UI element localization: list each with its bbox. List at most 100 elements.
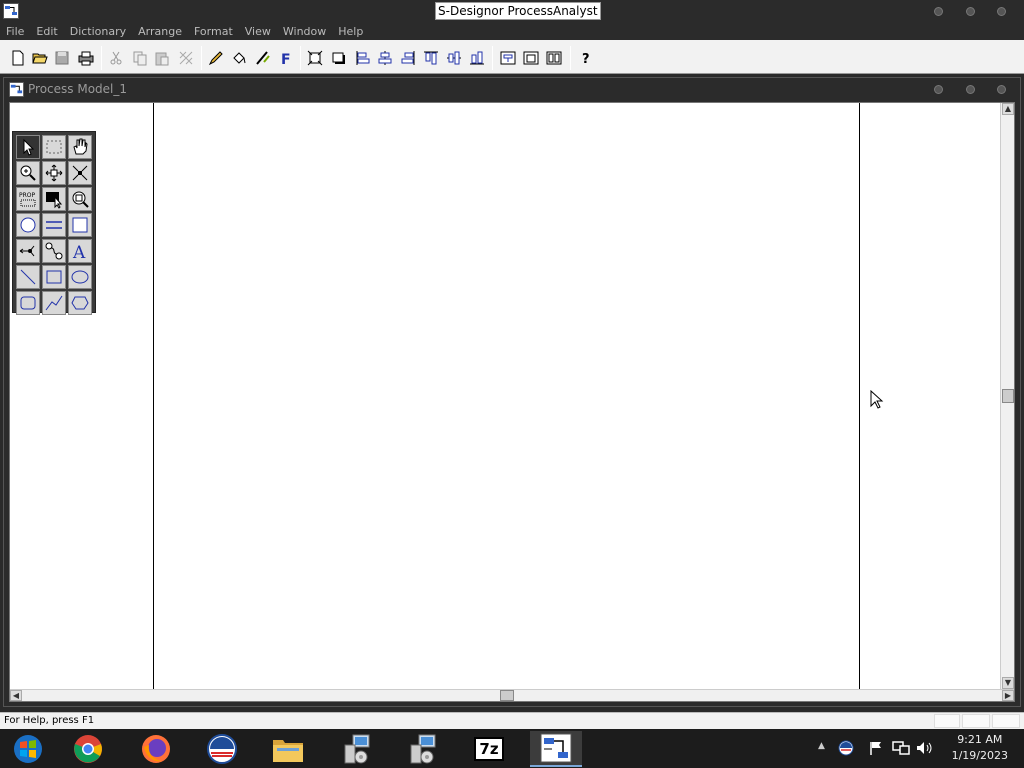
- connector-icon[interactable]: [42, 239, 66, 263]
- obama-logo-icon[interactable]: [196, 731, 248, 767]
- line-style-icon[interactable]: [253, 48, 273, 68]
- network-tray-icon[interactable]: [892, 740, 910, 756]
- align-top-icon[interactable]: [421, 48, 441, 68]
- windows-start-icon[interactable]: [2, 731, 54, 767]
- print-icon[interactable]: [76, 48, 96, 68]
- cut-icon[interactable]: [106, 48, 126, 68]
- align-right-icon[interactable]: [398, 48, 418, 68]
- paint-bucket-icon[interactable]: [229, 48, 249, 68]
- firefox-icon[interactable]: [130, 731, 182, 767]
- vertical-scrollbar[interactable]: ▲ ▼: [1000, 103, 1014, 689]
- page-icon[interactable]: [521, 48, 541, 68]
- scroll-left-button[interactable]: ◀: [10, 690, 22, 701]
- tile-icon[interactable]: [544, 48, 564, 68]
- file-explorer-icon[interactable]: [262, 731, 314, 767]
- volume-icon[interactable]: [916, 740, 934, 756]
- menubar: File Edit Dictionary Arrange Format View Windo…: [0, 22, 1024, 40]
- maximize-button[interactable]: [965, 7, 975, 16]
- svg-text:A: A: [72, 243, 86, 261]
- zoom-fit-icon[interactable]: [305, 48, 325, 68]
- scroll-up-button[interactable]: ▲: [1002, 103, 1014, 115]
- app-titlebar: S-Designor ProcessAnalyst: [0, 0, 1024, 22]
- font-icon[interactable]: F: [276, 48, 296, 68]
- align-bottom-icon[interactable]: [467, 48, 487, 68]
- menu-format[interactable]: Format: [188, 22, 239, 38]
- process-circle-icon[interactable]: [16, 213, 40, 237]
- taskbar-clock[interactable]: 9:21 AM 1/19/2023: [952, 732, 1008, 764]
- mouse-cursor-icon: [870, 390, 884, 409]
- copy-icon[interactable]: [130, 48, 150, 68]
- polyline-icon[interactable]: [42, 291, 66, 315]
- tool-palette: PROP A: [12, 131, 96, 315]
- network-setup-2-icon[interactable]: [396, 731, 448, 767]
- status-pane-2: [962, 714, 990, 728]
- line-icon[interactable]: [16, 265, 40, 289]
- text-icon[interactable]: A: [68, 239, 92, 263]
- app-logo-icon[interactable]: [3, 3, 19, 19]
- horizontal-scrollbar[interactable]: ◀ ▶: [10, 689, 1014, 701]
- rectangle-icon[interactable]: [42, 265, 66, 289]
- marquee-select-icon[interactable]: [42, 135, 66, 159]
- processanalyst-icon[interactable]: [530, 731, 582, 767]
- document-title: Process Model_1: [28, 82, 127, 96]
- network-setup-icon[interactable]: [330, 731, 382, 767]
- obama-tray-icon[interactable]: [838, 740, 854, 756]
- status-bar: For Help, press F1: [0, 712, 1024, 729]
- scroll-down-button[interactable]: ▼: [1002, 677, 1014, 689]
- menu-edit[interactable]: Edit: [30, 22, 63, 38]
- clock-time: 9:21 AM: [957, 733, 1003, 746]
- fill-format-icon[interactable]: [42, 187, 66, 211]
- 7zip-icon[interactable]: 7z: [463, 731, 515, 767]
- menu-arrange[interactable]: Arrange: [132, 22, 188, 38]
- hand-pan-icon[interactable]: [68, 135, 92, 159]
- close-button[interactable]: [997, 7, 1006, 16]
- status-pane-3: [992, 714, 1020, 728]
- data-store-icon[interactable]: [42, 213, 66, 237]
- group-icon[interactable]: [498, 48, 518, 68]
- menu-file[interactable]: File: [0, 22, 30, 38]
- zoom-area-icon[interactable]: [68, 187, 92, 211]
- flow-icon[interactable]: [16, 239, 40, 263]
- status-pane-1: [934, 714, 960, 728]
- vertical-scroll-thumb[interactable]: [1002, 389, 1014, 403]
- align-left-icon[interactable]: [353, 48, 373, 68]
- external-entity-icon[interactable]: [68, 213, 92, 237]
- shadow-icon[interactable]: [329, 48, 349, 68]
- polygon-icon[interactable]: [68, 291, 92, 315]
- align-center-icon[interactable]: [375, 48, 395, 68]
- doc-close-button[interactable]: [997, 85, 1006, 94]
- doc-maximize-button[interactable]: [965, 85, 975, 94]
- scroll-right-button[interactable]: ▶: [1002, 690, 1014, 701]
- document-titlebar: Process Model_1: [4, 78, 1020, 100]
- open-folder-icon[interactable]: [30, 48, 50, 68]
- menu-help[interactable]: Help: [332, 22, 369, 38]
- move-icon[interactable]: [42, 161, 66, 185]
- ellipse-icon[interactable]: [68, 265, 92, 289]
- svg-text:F: F: [281, 52, 291, 66]
- menu-view[interactable]: View: [239, 22, 277, 38]
- zoom-in-icon[interactable]: [16, 161, 40, 185]
- resize-icon[interactable]: [68, 161, 92, 185]
- app-title: S-Designor ProcessAnalyst: [435, 2, 601, 20]
- delete-icon[interactable]: [176, 48, 196, 68]
- doc-minimize-button[interactable]: [934, 85, 943, 94]
- save-icon[interactable]: [52, 48, 72, 68]
- menu-window[interactable]: Window: [277, 22, 332, 38]
- menu-dictionary[interactable]: Dictionary: [64, 22, 132, 38]
- help-icon[interactable]: ?: [576, 48, 596, 68]
- horizontal-scroll-thumb[interactable]: [500, 690, 514, 701]
- diagram-canvas[interactable]: PROP A ▲ ▼ ◀ ▶: [9, 102, 1015, 702]
- rounded-rect-icon[interactable]: [16, 291, 40, 315]
- document-icon[interactable]: [9, 82, 24, 97]
- properties-icon[interactable]: PROP: [16, 187, 40, 211]
- taskbar: 7z ▲ 9:21 AM 1/19/2023: [0, 729, 1024, 768]
- paste-icon[interactable]: [152, 48, 172, 68]
- tray-expand-icon[interactable]: ▲: [818, 741, 825, 751]
- pointer-icon[interactable]: [16, 135, 40, 159]
- minimize-button[interactable]: [934, 7, 943, 16]
- align-middle-icon[interactable]: [444, 48, 464, 68]
- action-center-flag-icon[interactable]: [868, 740, 884, 756]
- chrome-icon[interactable]: [62, 731, 114, 767]
- new-file-icon[interactable]: [8, 48, 28, 68]
- pencil-icon[interactable]: [206, 48, 226, 68]
